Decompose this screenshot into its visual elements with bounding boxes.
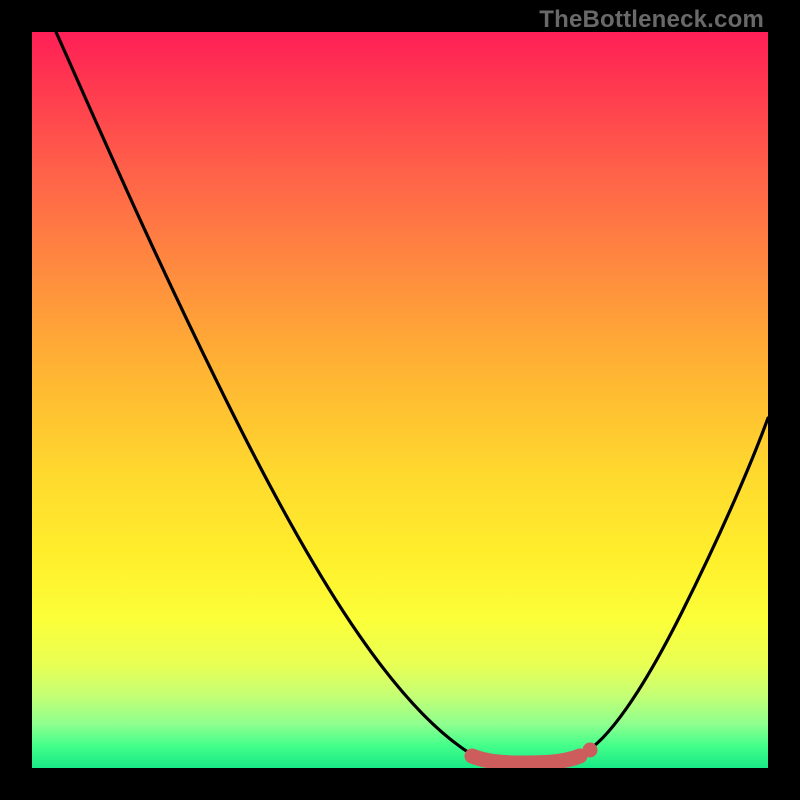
curve-path — [56, 32, 768, 763]
watermark-text: TheBottleneck.com — [539, 6, 764, 34]
chart-area — [32, 32, 768, 768]
optimal-band — [472, 756, 580, 763]
bottleneck-curve — [32, 32, 768, 768]
optimal-end-dot — [583, 743, 598, 758]
